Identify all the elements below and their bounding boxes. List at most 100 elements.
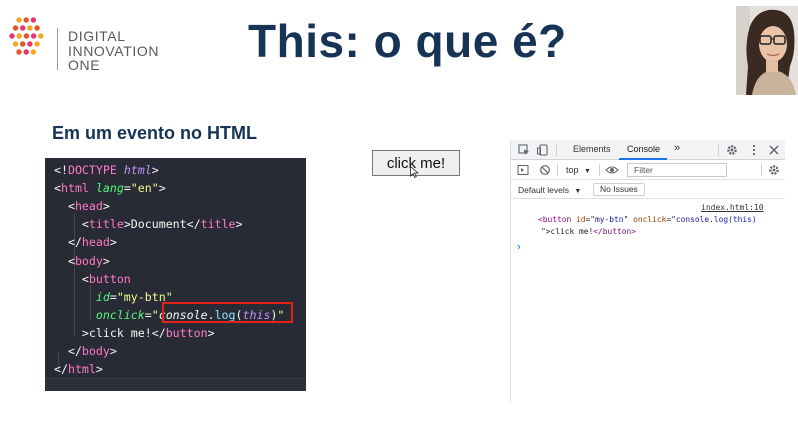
console-log-line-2[interactable]: ">click me!</button> [541,227,636,236]
clear-console-icon[interactable] [539,164,551,176]
code-token: > [151,163,159,177]
presenter-webcam [736,6,798,95]
active-tab-indicator [619,158,667,160]
more-tabs-icon[interactable]: » [674,142,680,154]
logo-line-3: ONE [68,57,101,73]
code-line: <!DOCTYPE html> [54,161,159,179]
code-line: <title>Document</title> [54,215,243,233]
presenter-image [736,6,798,95]
more-options-icon[interactable] [748,144,760,156]
code-token: < [54,271,89,286]
code-token: body [81,344,110,358]
logo-dot [34,41,40,47]
code-token: < [54,253,75,268]
toolbar-separator [761,164,762,176]
code-line: </html> [54,360,103,378]
console-settings-gear-icon[interactable] [768,164,780,176]
code-line: id="my-btn" [54,288,173,306]
context-selector[interactable]: top ▼ [566,165,591,175]
code-token: = [144,307,152,322]
code-token: > [102,253,110,268]
code-token: head [81,235,110,250]
code-token: " [151,307,159,322]
logo-dot [30,49,37,55]
logo-divider [57,28,58,70]
log-token: <button [538,215,577,224]
devtools-tabbar: Elements Console » [511,140,785,160]
logo-dot [16,33,22,39]
tab-console[interactable]: Console [627,144,660,154]
code-token: html [67,362,96,377]
code-line: <head> [54,197,110,215]
context-value: top [566,165,579,175]
code-token: title [88,217,124,232]
code-token: < [54,217,89,232]
editor-scrollbar[interactable] [45,378,306,391]
code-line: </head> [54,233,117,251]
code-token: DOCTYPE [67,163,124,177]
code-token: > [102,199,110,214]
logo-dot [23,33,30,39]
code-token: >click me!</ [54,325,166,340]
default-levels-label: Default levels [518,185,570,195]
code-token: > [95,362,103,377]
devtools-panel: Elements Console » top ▼ Filter Default … [510,140,785,402]
close-icon[interactable] [768,144,780,156]
code-token: >Document</ [123,217,201,232]
logo-dot [27,25,33,31]
log-token: ">click me! [541,227,594,236]
toolbar-separator [599,164,600,176]
default-levels-dropdown[interactable]: Default levels ▼ [518,185,581,195]
live-expression-eye-icon[interactable] [605,164,619,176]
logo-line-1: DIGITAL [68,28,126,44]
log-token: id [576,215,586,224]
tab-elements[interactable]: Elements [573,144,611,154]
toolbar-separator [556,144,557,156]
code-token: = [109,289,117,304]
code-token: = [123,181,131,196]
device-toolbar-icon[interactable] [537,144,549,156]
sidebar-toggle-icon[interactable] [517,164,529,176]
issues-button[interactable]: No Issues [593,183,645,196]
code-token: html [123,163,152,177]
log-token: onclick [633,215,667,224]
logo-dot [16,17,22,23]
code-line: <body> [54,252,110,270]
logo-dot [20,25,26,31]
logo-dot [12,25,19,31]
dio-logo: DIGITAL INNOVATION ONE [8,14,168,72]
code-line: <html lang="en"> [54,179,166,197]
mouse-cursor-icon [410,166,419,178]
code-editor: <!DOCTYPE html> <html lang="en"> <head> <… [45,158,306,391]
logo-dot [12,41,19,47]
code-token: > [235,217,243,232]
logo-dot [34,25,40,31]
code-token: < [54,181,61,196]
chevron-down-icon: ▼ [584,168,591,175]
log-token: </button> [593,227,637,236]
console-prompt[interactable]: › [517,241,521,253]
logo-dot [16,49,22,55]
chevron-down-icon: ▼ [574,188,582,195]
logo-dot [30,33,37,39]
code-token: </ [54,362,68,377]
logo-dot [27,41,33,47]
logo-dot [30,17,37,23]
logo-dot [9,33,15,39]
code-token: > [207,325,215,340]
logo-dots-icon [9,17,44,55]
code-token: html [60,181,96,196]
settings-gear-icon[interactable] [726,144,738,156]
console-log-line-1[interactable]: <button id="my-btn" onclick="console.log… [538,215,757,224]
logo-wordmark: DIGITAL INNOVATION ONE [68,29,159,73]
code-token: "en" [130,181,159,196]
inspect-element-icon[interactable] [518,144,530,156]
code-token: title [200,217,236,232]
logo-dot [23,17,29,23]
code-token: button [165,325,208,340]
log-token: my-btn [595,215,624,224]
log-source-link[interactable]: index.html:10 [701,203,764,212]
toolbar-separator [557,164,558,176]
code-token: lang [95,181,124,196]
filter-input[interactable]: Filter [627,163,727,177]
